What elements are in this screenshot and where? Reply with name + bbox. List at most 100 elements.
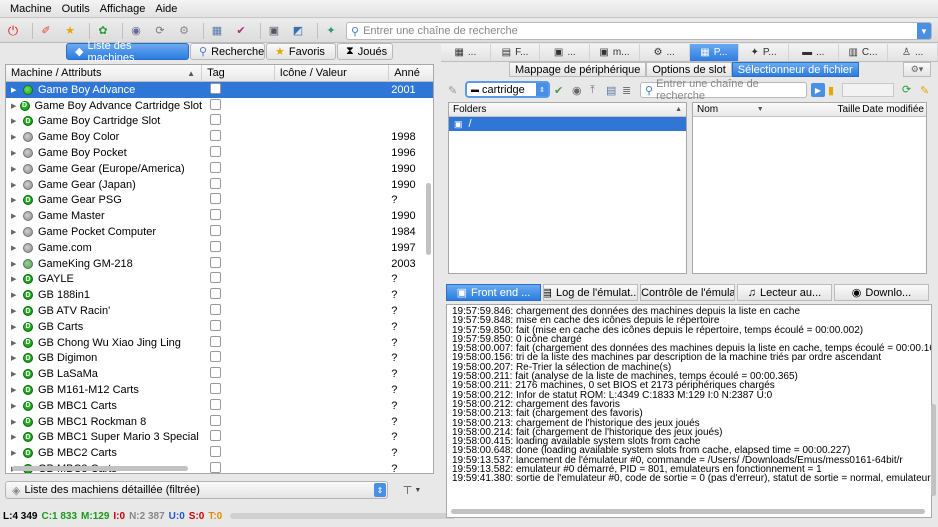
- table-row[interactable]: ▶ D GB 188in1?: [6, 287, 433, 303]
- machine-list[interactable]: Machine / Attributs ▲ Tag Icône / Valeur…: [5, 64, 434, 474]
- table-row[interactable]: ▶ Game Gear (Europe/America) 1990: [6, 161, 433, 177]
- bug-icon[interactable]: ✿: [94, 22, 112, 40]
- table-row[interactable]: ▶ Game Boy Color 1998: [6, 129, 433, 145]
- edit-icon[interactable]: ✎: [920, 84, 929, 97]
- tag-checkbox[interactable]: [210, 177, 222, 189]
- power-icon[interactable]: ⏻: [4, 22, 22, 40]
- tag-checkbox[interactable]: [210, 161, 222, 173]
- expand-icon[interactable]: ▶: [11, 275, 23, 283]
- detail-tab-3[interactable]: ▣ m...: [590, 44, 640, 61]
- menu-outils[interactable]: Outils: [62, 3, 90, 15]
- table-row[interactable]: ▶ D GB Chong Wu Xiao Jing Ling?: [6, 335, 433, 351]
- chevron-down-icon[interactable]: ▼: [917, 23, 931, 39]
- folder-root[interactable]: ▣ /: [449, 117, 686, 131]
- tag-checkbox[interactable]: [210, 398, 222, 410]
- tag-checkbox[interactable]: [210, 146, 222, 158]
- log-vertical-scrollbar[interactable]: [931, 404, 936, 496]
- play-icon[interactable]: ▶: [811, 83, 825, 97]
- detail-tab-9[interactable]: ♙...: [888, 44, 938, 61]
- tab-selectionneur-de-fichier[interactable]: Sélectionneur de fichier: [731, 62, 859, 77]
- detail-tab-8[interactable]: ▥ C...: [839, 44, 889, 61]
- expand-icon[interactable]: ▶: [11, 433, 23, 441]
- table-row[interactable]: ▶ D GB LaSaMa?: [6, 366, 433, 382]
- tag-checkbox[interactable]: [210, 193, 222, 205]
- detail-tab-1[interactable]: ▤ F...: [491, 44, 541, 61]
- tag-checkbox[interactable]: [210, 430, 222, 442]
- tab-favoris[interactable]: ★ Favoris: [266, 43, 336, 60]
- vertical-scrollbar[interactable]: [426, 183, 431, 255]
- expand-icon[interactable]: ▶: [11, 449, 23, 457]
- folders-panel[interactable]: Folders ▲ ▣ /: [448, 102, 687, 274]
- expand-icon[interactable]: ▶: [11, 402, 23, 410]
- log-horizontal-scrollbar[interactable]: [451, 509, 925, 514]
- file-search-input[interactable]: ⚲ Entrer une chaîne de recherche: [640, 78, 807, 102]
- log-tab-3[interactable]: ♫ Lecteur au...: [737, 284, 832, 301]
- log-tab-0[interactable]: ▣ Front end ...: [446, 284, 541, 301]
- expand-icon[interactable]: ▶: [11, 196, 23, 204]
- table-row[interactable]: ▶ D Game Boy Advance Cartridge Slot: [6, 98, 433, 114]
- menu-affichage[interactable]: Affichage: [100, 3, 146, 15]
- table-row[interactable]: ▶ Game Boy Pocket 1996: [6, 145, 433, 161]
- tag-checkbox[interactable]: [210, 209, 222, 221]
- wand-icon[interactable]: ✦: [322, 22, 340, 40]
- rom-icon[interactable]: ▦: [208, 22, 226, 40]
- log-tab-1[interactable]: ▤Log de l'émulat...: [543, 284, 638, 301]
- tag-checkbox[interactable]: [210, 335, 222, 347]
- tag-checkbox[interactable]: [210, 114, 222, 126]
- tag-checkbox[interactable]: [210, 319, 222, 331]
- detail-tab-5[interactable]: ▦ P...: [689, 44, 740, 61]
- table-row[interactable]: ▶ Game.com 1997: [6, 240, 433, 256]
- detail-tab-0[interactable]: ▦...: [441, 44, 491, 61]
- list-icon[interactable]: ≣: [622, 84, 631, 97]
- expand-icon[interactable]: ▶: [11, 418, 23, 426]
- table-row[interactable]: ▶ GameKing GM-218 2003: [6, 256, 433, 272]
- table-row[interactable]: ▶ D GB ATV Racin'?: [6, 303, 433, 319]
- tag-checkbox[interactable]: [210, 462, 222, 473]
- tag-checkbox[interactable]: [210, 130, 222, 142]
- menu-aide[interactable]: Aide: [155, 3, 177, 15]
- cog-icon[interactable]: ⚙: [175, 22, 193, 40]
- folder-up-icon[interactable]: ⤒: [590, 84, 595, 97]
- table-row[interactable]: ▶ D GAYLE?: [6, 272, 433, 288]
- expand-icon[interactable]: ▶: [11, 102, 20, 110]
- expand-icon[interactable]: ▶: [11, 149, 23, 157]
- detail-tab-7[interactable]: ▬...: [789, 44, 839, 61]
- tag-checkbox[interactable]: [210, 367, 222, 379]
- refresh-icon[interactable]: ⟳: [151, 22, 169, 40]
- expand-icon[interactable]: ▶: [11, 291, 23, 299]
- expand-icon[interactable]: ▶: [11, 323, 23, 331]
- check-icon[interactable]: ✔: [554, 84, 563, 97]
- column-icone-valeur[interactable]: Icône / Valeur: [275, 65, 390, 82]
- paint-icon[interactable]: ✐: [37, 22, 55, 40]
- tag-checkbox[interactable]: [210, 256, 222, 268]
- tag-checkbox[interactable]: [210, 98, 222, 110]
- refresh-icon[interactable]: ⟳: [902, 83, 917, 97]
- expand-icon[interactable]: ▶: [11, 307, 23, 315]
- column-taille[interactable]: Taille: [816, 104, 860, 115]
- eye-icon[interactable]: ◉: [572, 84, 582, 97]
- tab-mappage[interactable]: Mappage de périphérique: [509, 62, 647, 77]
- expand-icon[interactable]: ▶: [11, 386, 23, 394]
- table-row[interactable]: ▶ D GB Digimon?: [6, 351, 433, 367]
- table-row[interactable]: ▶ D GB MBC2 Carts?: [6, 445, 433, 461]
- wand-icon[interactable]: ✎: [448, 84, 457, 97]
- menu-machine[interactable]: Machine: [10, 3, 52, 15]
- log-tab-2[interactable]: ⚙Contrôle de l'émulat...: [640, 284, 735, 301]
- column-date[interactable]: Date modifiée: [860, 104, 926, 115]
- table-row[interactable]: ▶ D Game Gear PSG?: [6, 193, 433, 209]
- tag-checkbox[interactable]: [210, 82, 222, 94]
- frontend-log[interactable]: 19:57:59.846: chargement des données des…: [446, 304, 932, 518]
- files-panel[interactable]: Nom ▼ Taille Date modifiée: [692, 102, 927, 274]
- tab-recherche[interactable]: ⚲ Recherche: [190, 43, 265, 60]
- expand-icon[interactable]: ▶: [11, 244, 23, 252]
- expand-icon[interactable]: ▶: [11, 354, 23, 362]
- tag-checkbox[interactable]: [210, 414, 222, 426]
- eye-icon[interactable]: ◉: [127, 22, 145, 40]
- table-row[interactable]: ▶ Game Gear (Japan) 1990: [6, 177, 433, 193]
- table-row[interactable]: ▶ D GB MBC1 Rockman 8?: [6, 414, 433, 430]
- expand-icon[interactable]: ▶: [11, 86, 23, 94]
- puzzle-icon[interactable]: ◩: [289, 22, 307, 40]
- expand-icon[interactable]: ▶: [11, 339, 23, 347]
- column-annee[interactable]: Anné: [389, 65, 433, 82]
- tab-liste-des-machines[interactable]: ◆ Liste des machines: [66, 40, 189, 64]
